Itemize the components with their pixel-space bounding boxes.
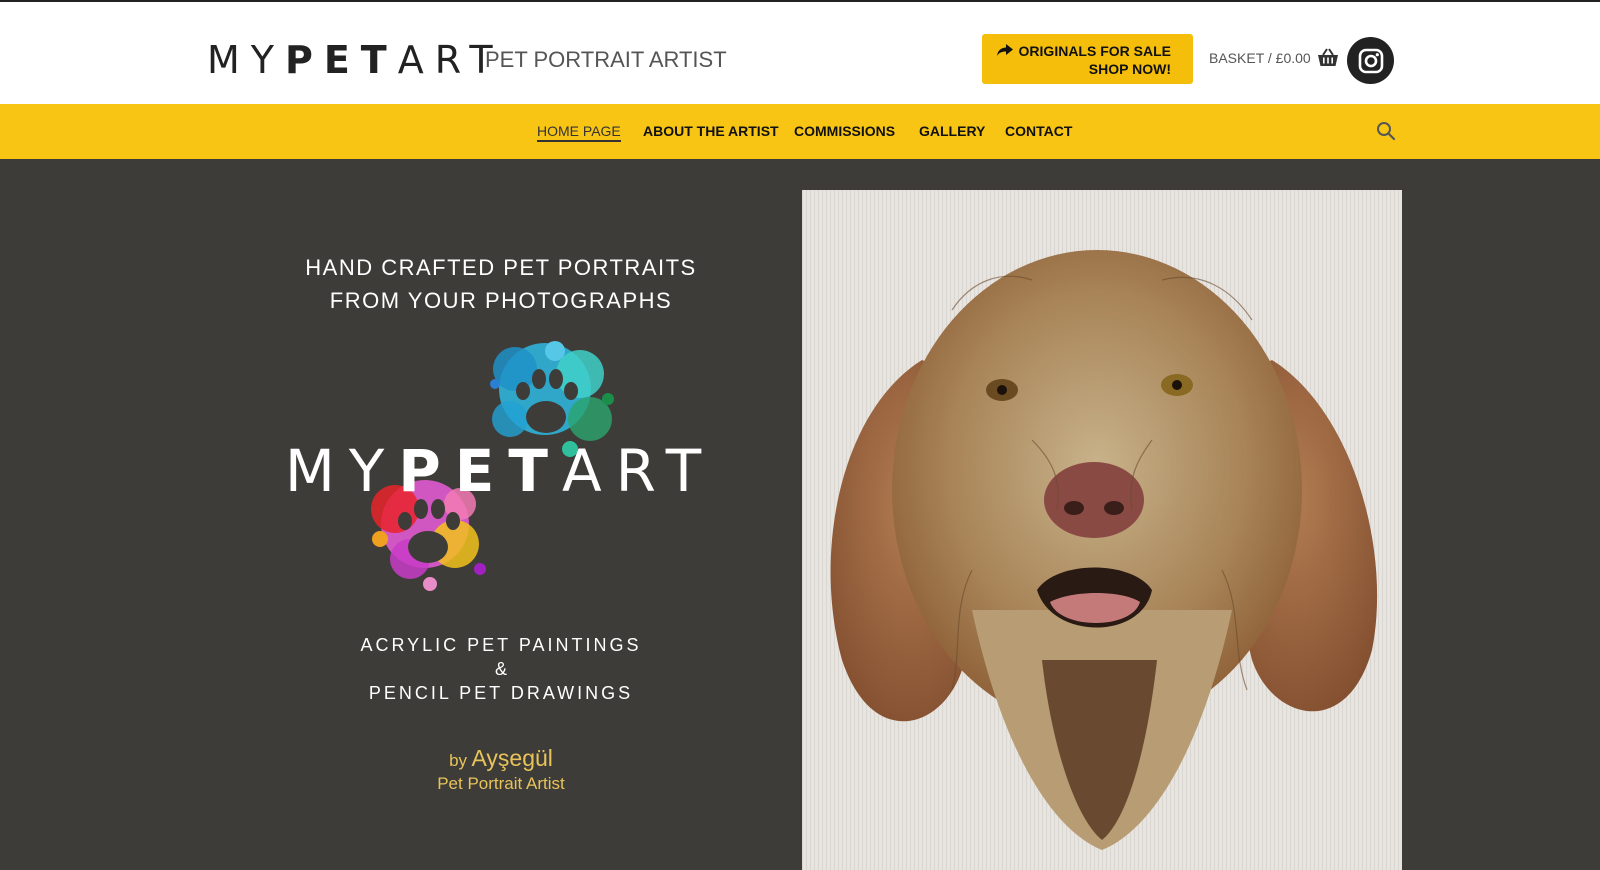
site-logo[interactable]: MYPETART bbox=[207, 40, 504, 80]
nav-item-about-the-artist[interactable]: ABOUT THE ARTIST bbox=[643, 123, 779, 139]
hero-logo-graphic: MYPETART bbox=[290, 341, 710, 591]
main-nav: HOME PAGE ABOUT THE ARTIST COMMISSIONS G… bbox=[0, 104, 1600, 159]
site-header: MYPETART PET PORTRAIT ARTIST ORIGINALS F… bbox=[0, 2, 1600, 104]
site-tagline: PET PORTRAIT ARTIST bbox=[485, 47, 727, 72]
basket-icon bbox=[1317, 48, 1338, 66]
search-icon[interactable] bbox=[1376, 121, 1396, 141]
byline-by: by bbox=[449, 751, 468, 770]
dog-portrait-image bbox=[802, 190, 1402, 870]
hero-logo-wordmark: MYPETART bbox=[290, 437, 710, 505]
logo-wordmark: MYPETART bbox=[207, 38, 504, 82]
hero-section: HAND CRAFTED PET PORTRAITS FROM YOUR PHO… bbox=[0, 159, 1600, 870]
sale-button-line2: SHOP NOW! bbox=[1088, 61, 1171, 77]
nav-item-gallery[interactable]: GALLERY bbox=[919, 123, 985, 139]
artist-name: Ayşegül bbox=[471, 745, 553, 771]
nav-item-home-page[interactable]: HOME PAGE bbox=[537, 123, 621, 142]
originals-for-sale-button[interactable]: ORIGINALS FOR SALE SHOP NOW! bbox=[982, 34, 1193, 84]
instagram-icon bbox=[1358, 48, 1383, 73]
nav-item-contact[interactable]: CONTACT bbox=[1005, 123, 1072, 139]
share-arrow-icon bbox=[996, 44, 1013, 56]
dog-portrait-painting bbox=[802, 190, 1402, 870]
basket-link[interactable]: BASKET / £0.00 bbox=[1209, 48, 1339, 68]
basket-amount: £0.00 bbox=[1275, 50, 1311, 66]
basket-label: BASKET / bbox=[1209, 50, 1272, 66]
sale-button-line1: ORIGINALS FOR SALE bbox=[1018, 43, 1171, 59]
nav-item-commissions[interactable]: COMMISSIONS bbox=[794, 123, 895, 139]
instagram-button[interactable] bbox=[1347, 37, 1394, 84]
